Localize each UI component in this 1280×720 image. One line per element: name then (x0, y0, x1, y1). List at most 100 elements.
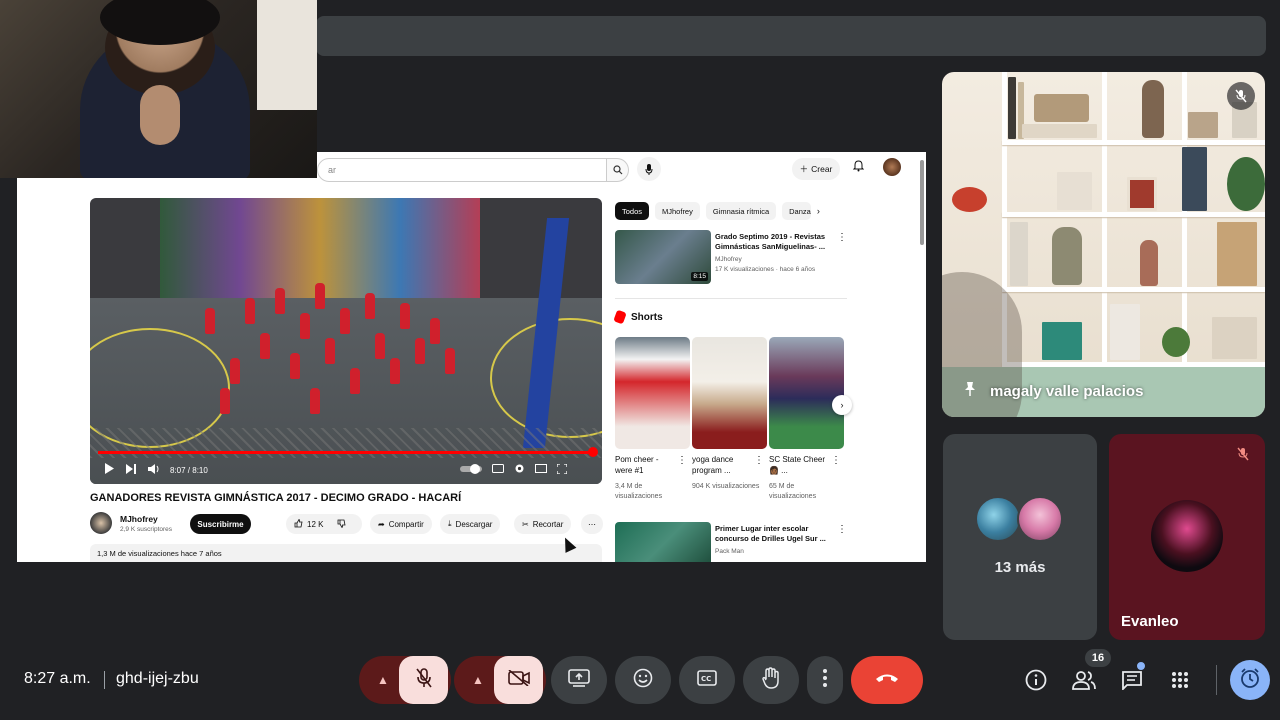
mic-control: ▲ (359, 656, 451, 704)
recommended-title[interactable]: Grado Septimo 2019 - Revistas Gimnástica… (715, 232, 830, 252)
short-title[interactable]: Pom cheer - were #1 (615, 454, 675, 476)
create-button[interactable]: ＋ Crear (792, 158, 840, 180)
camera-toggle-button[interactable] (494, 656, 543, 704)
participant-avatar (975, 496, 1021, 542)
people-icon[interactable] (1072, 668, 1096, 692)
account-avatar[interactable] (883, 158, 901, 176)
self-view-tile[interactable] (0, 0, 317, 178)
download-label: Descargar (455, 519, 493, 529)
host-controls-button[interactable] (1230, 660, 1270, 700)
like-count[interactable]: 12 K (307, 520, 323, 529)
voice-search-icon[interactable] (637, 157, 661, 181)
share-button[interactable]: ➦ Compartir (370, 514, 432, 534)
search-icon[interactable] (607, 158, 629, 182)
short-title[interactable]: SC State Cheer 👩🏾 ... (769, 454, 829, 476)
dancer (290, 353, 300, 379)
present-screen-button[interactable] (551, 656, 607, 704)
subscribe-button[interactable]: Suscribirme (190, 514, 251, 534)
play-icon[interactable] (104, 463, 114, 477)
more-participants-tile[interactable]: 13 más (943, 434, 1097, 640)
timer-icon (1239, 667, 1261, 694)
chevron-right-icon[interactable]: › (817, 202, 820, 220)
pin-icon[interactable] (964, 381, 976, 401)
dancer (315, 283, 325, 309)
shelf (1002, 287, 1265, 292)
video-controls: 8:07 / 8:10 (90, 456, 602, 484)
end-call-icon (875, 671, 899, 689)
dancer (230, 358, 240, 384)
subtitles-icon[interactable] (491, 464, 504, 476)
thumbs-up-icon[interactable] (294, 518, 303, 530)
channel-name[interactable]: MJhofrey (120, 514, 158, 524)
box (1188, 112, 1218, 138)
clip-button[interactable]: ✂ Recortar (514, 514, 572, 534)
chip-todos[interactable]: Todos (615, 202, 650, 220)
youtube-search-input[interactable]: ar (317, 158, 607, 182)
chip-mjhofrey[interactable]: MJhofrey (655, 202, 700, 220)
recommended-channel[interactable]: MJhofrey (715, 256, 742, 263)
filter-chips: Todos MJhofrey Gimnasia rítmica Danza › (615, 202, 820, 220)
more-actions-button[interactable]: ⋯ (581, 514, 603, 534)
recommended-title[interactable]: Primer Lugar inter escolar concurso de D… (715, 524, 830, 544)
short-views: 3,4 M de visualizaciones (615, 483, 663, 500)
mic-off-icon (1229, 440, 1257, 468)
more-vert-icon[interactable]: ⋮ (837, 524, 847, 535)
mic-toggle-button[interactable] (399, 656, 448, 704)
recommended-thumbnail[interactable]: 8:15 (615, 230, 711, 284)
participant-name-label: Evanleo (1121, 613, 1179, 630)
more-vert-icon[interactable]: ⋮ (837, 232, 847, 243)
autoplay-toggle-icon[interactable] (459, 463, 482, 477)
video-duration: 8:15 (691, 272, 708, 281)
short-thumbnail[interactable] (692, 337, 767, 449)
short-title[interactable]: yoga dance program ... (692, 454, 752, 476)
short-thumbnail[interactable] (769, 337, 844, 449)
channel-avatar[interactable] (90, 512, 112, 534)
books (1010, 222, 1028, 286)
plant (1162, 327, 1190, 357)
chip-gimnasia[interactable]: Gimnasia rítmica (705, 202, 777, 220)
more-options-button[interactable] (807, 656, 843, 704)
page-scrollbar[interactable] (920, 160, 924, 245)
mic-off-icon (415, 667, 432, 693)
video-progress-bar[interactable] (98, 447, 598, 457)
dancer (415, 338, 425, 364)
participant-avatar (1151, 500, 1223, 572)
more-participants-label: 13 más (994, 559, 1046, 576)
download-button[interactable]: ⤓ Descargar (440, 514, 501, 534)
chevron-up-icon[interactable]: ▲ (468, 670, 488, 690)
more-vert-icon[interactable]: ⋮ (754, 455, 764, 466)
recommended-thumbnail[interactable] (615, 522, 711, 562)
chevron-up-icon[interactable]: ▲ (373, 670, 393, 690)
participant-tile-evanleo[interactable]: Evanleo (1109, 434, 1265, 640)
settings-gear-icon[interactable] (514, 463, 525, 477)
info-icon[interactable] (1024, 668, 1048, 692)
thumbs-down-icon[interactable] (337, 519, 346, 530)
video-player[interactable]: 8:07 / 8:10 (90, 198, 602, 484)
books (1182, 147, 1207, 211)
chat-icon[interactable] (1120, 668, 1144, 692)
raise-hand-button[interactable] (743, 656, 799, 704)
shared-screen: ar ＋ Crear 8:07 / 8:10 GANADORES REVISTA… (17, 152, 926, 562)
participant-tile-magaly[interactable]: magaly valle palacios (942, 72, 1265, 417)
more-vert-icon[interactable]: ⋮ (831, 455, 841, 466)
reactions-button[interactable] (615, 656, 671, 704)
fullscreen-icon[interactable] (556, 462, 568, 477)
description-box[interactable]: 1,3 M de visualizaciones hace 7 años (90, 544, 602, 562)
mic-off-icon (1227, 82, 1255, 110)
theater-mode-icon[interactable] (534, 464, 547, 476)
leave-call-button[interactable] (851, 656, 923, 704)
apps-icon[interactable] (1168, 668, 1192, 692)
more-vert-icon[interactable]: ⋮ (677, 455, 687, 466)
vase (1217, 222, 1257, 286)
short-thumbnail[interactable] (615, 337, 690, 449)
dancer (205, 308, 215, 334)
notifications-bell-icon[interactable] (852, 160, 865, 175)
shorts-next-arrow[interactable]: › (832, 395, 852, 415)
meeting-time: 8:27 a.m. (24, 670, 91, 687)
vase (1140, 240, 1158, 286)
captions-button[interactable]: CC (679, 656, 735, 704)
chip-danza[interactable]: Danza (782, 202, 811, 220)
recommended-channel[interactable]: Pack Man (715, 548, 744, 555)
next-icon[interactable] (126, 463, 136, 477)
volume-icon[interactable] (148, 463, 160, 477)
